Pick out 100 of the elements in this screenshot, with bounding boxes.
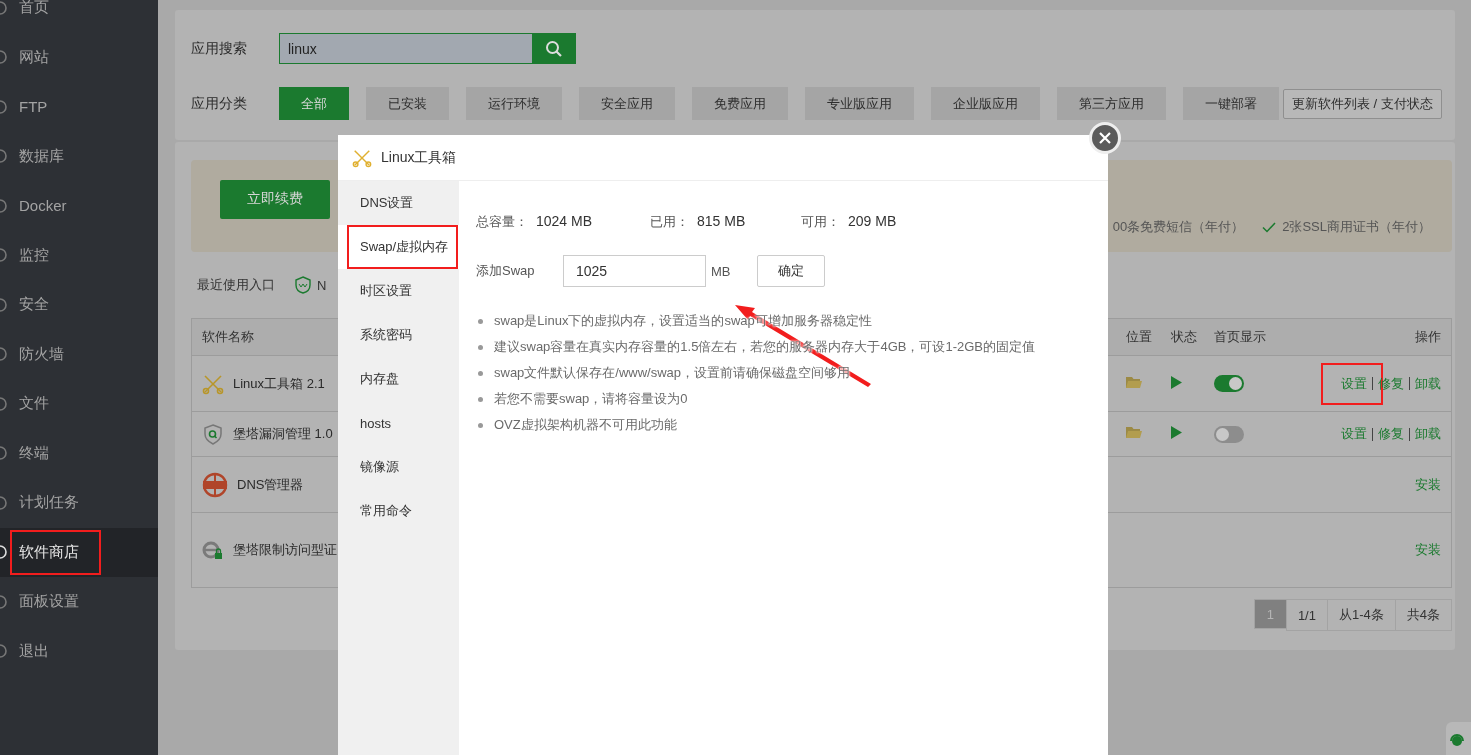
sidebar-label: FTP (19, 98, 48, 116)
sidebar-item[interactable]: FTP (0, 82, 158, 132)
category-tab[interactable]: 全部 (279, 87, 349, 120)
stat-value: 1024 MB (536, 213, 593, 229)
toggle-switch[interactable] (1214, 375, 1244, 393)
sidebar-item[interactable]: 防火墙 (0, 329, 158, 379)
dialog-title: Linux工具箱 (381, 148, 457, 167)
stat-label: 总容量： (476, 213, 528, 231)
software-name: Linux工具箱 2.1 (233, 374, 325, 393)
dialog-tab[interactable]: 常用命令 (338, 489, 459, 533)
dialog-tab[interactable]: Swap/虚拟内存 (338, 225, 459, 269)
category-tab[interactable]: 一键部署 (1183, 87, 1279, 120)
menu-icon (0, 198, 9, 213)
dialog-tab[interactable]: DNS设置 (338, 181, 459, 225)
menu-icon (0, 99, 9, 114)
category-tab[interactable]: 免费应用 (692, 87, 788, 120)
benefit-text: 2张SSL商用证书（年付） (1282, 218, 1431, 236)
menu-icon (0, 347, 9, 362)
note-text: 若您不需要swap，请将容量设为0 (494, 390, 688, 408)
column-header: 首页显示 (1213, 328, 1267, 346)
menu-icon (0, 396, 9, 411)
category-tab[interactable]: 专业版应用 (805, 87, 914, 120)
category-tab[interactable]: 运行环境 (466, 87, 562, 120)
dialog-tab[interactable]: 系统密码 (338, 313, 459, 357)
stat-label: 已用： (650, 213, 689, 231)
sidebar-label: 网站 (19, 47, 49, 67)
menu-icon (0, 149, 9, 164)
sidebar-item[interactable]: 计划任务 (0, 478, 158, 528)
benefit-text: 00条免费短信（年付） (1112, 218, 1245, 236)
confirm-button[interactable]: 确定 (757, 255, 825, 287)
column-header: 状态 (1170, 328, 1198, 346)
sidebar-item[interactable]: Docker (0, 181, 158, 231)
column-header: 操作 (1414, 328, 1442, 346)
menu-icon (0, 50, 9, 65)
sidebar-label: 面板设置 (19, 592, 79, 612)
search-field[interactable]: linux (279, 33, 576, 64)
sidebar-label: 文件 (19, 394, 49, 414)
sidebar-label: 防火墙 (19, 344, 64, 364)
shield-icon (202, 423, 224, 445)
menu-icon (0, 495, 9, 510)
sidebar-item[interactable]: 软件商店 (0, 527, 158, 577)
menu-icon (0, 446, 9, 461)
sidebar-item[interactable]: 安全 (0, 280, 158, 330)
category-tab[interactable]: 安全应用 (579, 87, 675, 120)
browser-lock-icon (202, 539, 224, 561)
search-button[interactable] (532, 34, 575, 63)
stat-value: 209 MB (848, 213, 897, 229)
dialog-tab[interactable]: 镜像源 (338, 445, 459, 489)
folder-icon[interactable] (1126, 426, 1142, 439)
category-tab[interactable]: 企业版应用 (931, 87, 1040, 120)
recent-entry[interactable]: N (317, 277, 327, 293)
renew-button[interactable]: 立即续费 (220, 179, 330, 219)
sidebar-item[interactable]: 退出 (0, 626, 158, 676)
page-info: 1/1 (1285, 599, 1328, 631)
bullet-icon (478, 422, 483, 428)
sidebar-label: 数据库 (19, 146, 64, 166)
sidebar-item[interactable]: 面板设置 (0, 577, 158, 627)
sidebar-item[interactable]: 数据库 (0, 131, 158, 181)
sidebar-item[interactable]: 文件 (0, 379, 158, 429)
sidebar-label: 计划任务 (19, 493, 79, 513)
note-text: OVZ虚拟架构机器不可用此功能 (494, 416, 677, 434)
highlighted-label: 软件商店 (12, 531, 99, 573)
dialog-tab[interactable]: 时区设置 (338, 269, 459, 313)
sidebar-label: 退出 (19, 641, 49, 661)
menu-icon (0, 594, 9, 609)
bullet-icon (478, 370, 483, 376)
sidebar-label: 首页 (19, 0, 49, 18)
menu-icon (0, 248, 9, 263)
tools-icon (352, 147, 372, 168)
dialog-tab[interactable]: hosts (338, 401, 459, 445)
software-name: 堡塔漏洞管理 1.0 (233, 425, 333, 443)
play-icon[interactable] (1171, 426, 1182, 439)
sidebar-label: Docker (19, 197, 67, 215)
stat-label: 可用： (801, 213, 840, 231)
category-tab[interactable]: 第三方应用 (1057, 87, 1166, 120)
shield-icon[interactable] (295, 276, 311, 294)
check-icon (1262, 221, 1277, 233)
page-info: 从1-4条 (1326, 599, 1396, 631)
sidebar-label: 安全 (19, 295, 49, 315)
category-label: 应用分类 (191, 94, 248, 113)
play-icon[interactable] (1171, 375, 1182, 389)
stat-value: 815 MB (697, 213, 746, 229)
refresh-button[interactable]: 更新软件列表 / 支付状态 (1283, 88, 1442, 119)
bullet-icon (478, 318, 483, 324)
recent-label: 最近使用入口 (197, 276, 275, 294)
toggle-switch[interactable] (1214, 425, 1244, 443)
sidebar-item[interactable]: 终端 (0, 428, 158, 478)
sidebar-label: 终端 (19, 443, 49, 463)
sidebar-item[interactable]: 首页 (0, 0, 158, 33)
sidebar-item[interactable]: 网站 (0, 32, 158, 82)
close-icon (1099, 132, 1111, 144)
category-tab[interactable]: 已安装 (366, 87, 449, 120)
menu-icon (0, 0, 9, 15)
sidebar-item[interactable]: 监控 (0, 230, 158, 280)
sidebar-label: 监控 (19, 245, 49, 265)
folder-icon[interactable] (1126, 375, 1142, 389)
software-name: 堡塔限制访问型证 (233, 541, 337, 559)
swap-input[interactable]: 1025 (563, 255, 706, 287)
dialog-tab[interactable]: 内存盘 (338, 357, 459, 401)
search-icon (544, 39, 563, 58)
